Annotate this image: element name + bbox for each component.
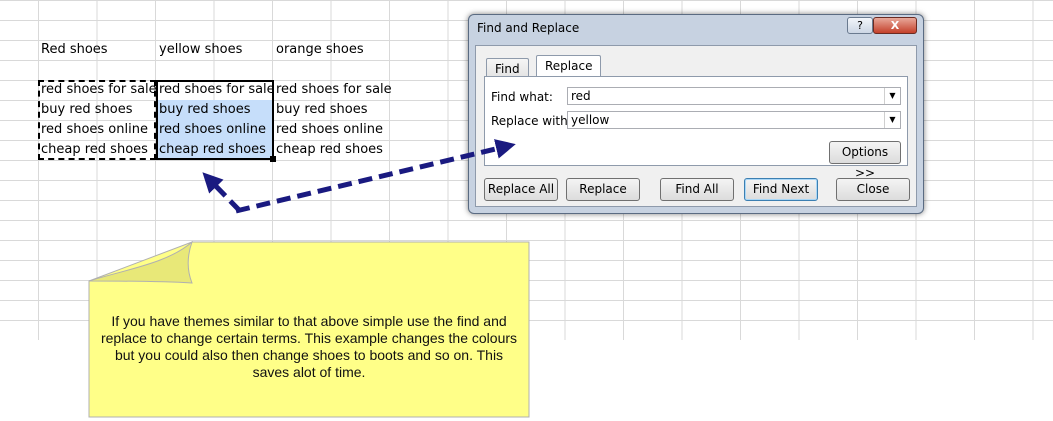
find-what-input[interactable]: red ▼ — [567, 87, 901, 105]
find-replace-dialog: Find and Replace ? X Find Replace Find w… — [468, 14, 924, 214]
selected-range-border — [156, 80, 274, 160]
cell-header-b[interactable]: yellow shoes — [156, 40, 274, 60]
replace-with-input[interactable]: yellow ▼ — [567, 111, 901, 129]
cell-header-a[interactable]: Red shoes — [38, 40, 156, 60]
replace-all-button[interactable]: Replace All — [484, 178, 558, 201]
tab-replace[interactable]: Replace — [536, 55, 602, 77]
chevron-down-icon[interactable]: ▼ — [884, 88, 900, 104]
replace-button[interactable]: Replace — [566, 178, 640, 201]
copy-range-marquee — [38, 80, 156, 160]
cell-c3[interactable]: red shoes online — [273, 120, 391, 140]
cell-c4[interactable]: cheap red shoes — [273, 140, 391, 160]
find-all-button[interactable]: Find All — [660, 178, 734, 201]
chevron-down-icon[interactable]: ▼ — [884, 112, 900, 128]
cell-c1[interactable]: red shoes for sale — [273, 80, 391, 100]
tab-find[interactable]: Find — [486, 58, 529, 78]
replace-with-value: yellow — [571, 113, 610, 127]
close-button[interactable]: Close — [836, 178, 910, 201]
sticky-note: If you have themes similar to that above… — [88, 241, 530, 418]
cell-header-c[interactable]: orange shoes — [273, 40, 391, 60]
help-button[interactable]: ? — [847, 17, 873, 34]
dialog-body: Find Replace Find what: red ▼ Replace wi… — [475, 45, 917, 207]
window-close-button[interactable]: X — [873, 17, 917, 34]
dialog-title: Find and Replace — [477, 21, 580, 35]
replace-tab-panel: Find what: red ▼ Replace with: yellow ▼ … — [484, 76, 908, 180]
find-next-button[interactable]: Find Next — [744, 178, 818, 201]
options-button[interactable]: Options >> — [829, 141, 901, 180]
replace-with-label: Replace with: — [491, 114, 572, 128]
cell-c2[interactable]: buy red shoes — [273, 100, 391, 120]
note-text: If you have themes similar to that above… — [100, 313, 518, 380]
find-what-value: red — [571, 89, 591, 103]
fill-handle[interactable] — [270, 156, 276, 162]
find-what-label: Find what: — [491, 90, 553, 104]
